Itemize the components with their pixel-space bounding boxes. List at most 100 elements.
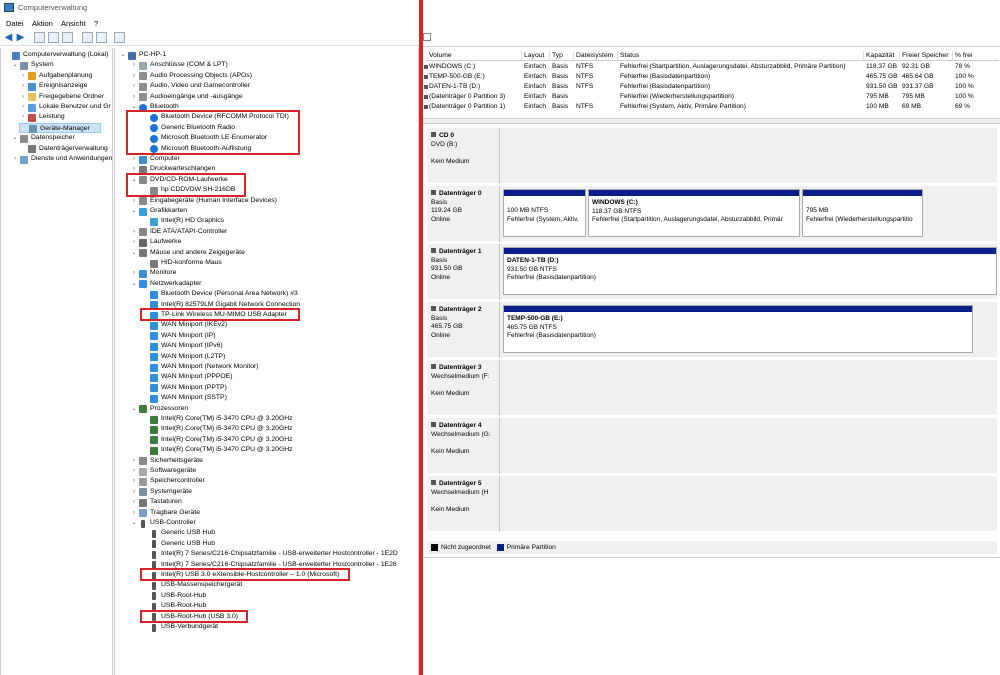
partition-block[interactable]: TEMP-500-GB (E:) 465.75 GB NTFS Fehlerfrei… [503,305,973,353]
collapsed-chevron-icon[interactable]: › [19,71,27,81]
menu-ansicht[interactable]: Ansicht [61,19,86,28]
nav-tree-item[interactable]: Geräte-Manager [19,122,101,134]
volume-cell: TEMP-500-GB (E:) [429,73,485,80]
collapsed-chevron-icon[interactable]: › [130,508,138,518]
help-icon[interactable] [82,32,93,43]
expanded-chevron-icon[interactable]: ⌄ [130,279,138,289]
storage-controller-icon [139,477,147,486]
forward-arrow-icon[interactable]: ▶ [15,32,26,43]
menu-help[interactable]: ? [94,19,98,28]
tree-item-label: Tragbare Geräte [150,508,200,516]
partition-block[interactable]: 795 MB Fehlerfrei (Wiederherstellungspart… [802,189,923,237]
navigation-tree-pane[interactable]: Computerverwaltung (Lokal) ⌄ System › Aufgab… [0,48,113,675]
back-arrow-icon[interactable]: ◀ [3,32,14,43]
disk-label: Datenträger 3 Wechselmedium (F: Kein Mediu… [431,364,501,398]
details-view-icon[interactable] [96,32,107,43]
disk-info-line: Wechselmedium (F: [431,372,490,380]
column-header[interactable]: Volume [429,52,452,59]
column-header[interactable]: Typ [552,52,563,59]
tree-item-label: Grafikkarten [150,207,188,214]
volume-cell: (Datenträger 0 Partition 1) [429,103,506,110]
volume-row[interactable]: WINDOWS (C:) Einfach Basis NTFS Fehlerfrei (… [424,62,999,72]
disk-row[interactable]: Datenträger 1 Basis 931.50 GB Online DATEN-1… [427,244,997,300]
collapsed-chevron-icon[interactable]: › [11,154,19,164]
primary-partition-bar [504,190,585,196]
disk-row[interactable]: Datenträger 3 Wechselmedium (F: Kein Mediu… [427,360,997,416]
network-icon [150,363,158,372]
column-header[interactable]: Status [620,52,639,59]
volume-icon [424,75,428,79]
expanded-chevron-icon[interactable]: ⌄ [130,404,138,414]
splitter[interactable] [423,118,1000,124]
expanded-chevron-icon[interactable]: ⌄ [11,60,19,70]
collapsed-chevron-icon[interactable]: › [19,92,27,102]
collapsed-chevron-icon[interactable]: › [130,476,138,486]
disk-label-separator [499,128,500,184]
menu-datei[interactable]: Datei [6,19,24,28]
security-icon [139,457,147,466]
expanded-chevron-icon[interactable]: ⌄ [11,133,19,143]
disk-row[interactable]: CD 0 DVD (B:) Kein Medium [427,128,997,184]
collapsed-chevron-icon[interactable]: › [130,497,138,507]
volume-cell: Basis [552,93,569,100]
tree-item-label: Leistung [39,113,65,121]
usb-icon [152,623,156,632]
highlight-box [140,609,248,623]
volume-cell: NTFS [576,63,594,70]
volume-row[interactable]: (Datenträger 0 Partition 1) Einfach Basis N… [424,102,999,112]
column-header[interactable]: Layout [524,52,544,59]
services-icon [20,155,28,164]
collapsed-chevron-icon[interactable]: › [19,112,27,122]
collapsed-chevron-icon[interactable]: › [130,268,138,278]
column-header[interactable]: % frei [955,52,972,59]
cpu-icon [150,436,158,445]
collapsed-chevron-icon[interactable]: › [130,81,138,91]
collapsed-chevron-icon[interactable]: › [130,154,138,164]
collapsed-chevron-icon[interactable]: › [130,92,138,102]
show-tree-icon[interactable] [48,32,59,43]
up-folder-icon[interactable] [34,32,45,43]
collapsed-chevron-icon[interactable]: › [19,102,27,112]
column-header[interactable]: Dateisystem [576,52,613,59]
expanded-chevron-icon[interactable]: ⌄ [130,248,138,258]
collapsed-chevron-icon[interactable]: › [130,466,138,476]
column-header[interactable]: Freier Speicher [902,52,948,59]
volume-cell: Basis [552,63,569,70]
collapsed-chevron-icon[interactable]: › [130,60,138,70]
properties-icon[interactable] [62,32,73,43]
partition-block[interactable]: 100 MB NTFS Fehlerfrei (System, Aktiv, [503,189,586,237]
disk-row[interactable]: Datenträger 5 Wechselmedium (H Kein Medium [427,476,997,532]
disk-row[interactable]: Datenträger 0 Basis 119.24 GB Online 100 MB … [427,186,997,242]
column-header[interactable]: Kapazität [866,52,894,59]
primary-partition-bar [589,190,799,196]
disk-row[interactable]: Datenträger 2 Basis 465.75 GB Online TEMP-50… [427,302,997,358]
toolbar-checkbox-icon[interactable] [423,33,431,41]
disk-icon [431,306,436,311]
collapsed-chevron-icon[interactable]: › [130,227,138,237]
disk-icon [431,422,436,427]
collapsed-chevron-icon[interactable]: › [130,237,138,247]
volume-row[interactable]: DATEN-1-TB (D:) Einfach Basis NTFS Fehlerfre… [424,82,999,92]
portable-icon [139,509,147,518]
expanded-chevron-icon[interactable]: ⌄ [119,50,127,60]
column-separator [952,51,953,61]
partition-block[interactable]: WINDOWS (C:) 118.37 GB NTFS Fehlerfrei (St… [588,189,800,237]
expanded-chevron-icon[interactable]: ⌄ [130,206,138,216]
disk-row[interactable]: Datenträger 4 Wechselmedium (G: Kein Mediu… [427,418,997,474]
usb-icon [152,550,156,559]
window-title: Computerverwaltung [18,3,88,12]
volume-row[interactable]: TEMP-500-GB (E:) Einfach Basis NTFS Fehlerfr… [424,72,999,82]
collapsed-chevron-icon[interactable]: › [130,196,138,206]
collapsed-chevron-icon[interactable]: › [130,456,138,466]
tree-item-label: Intel(R) Core(TM) i5-3470 CPU @ 3.20GHz [161,435,293,443]
tree-item-label: WAN Miniport (SSTP) [161,394,227,402]
collapsed-chevron-icon[interactable]: › [130,487,138,497]
disk-name: Datenträger 4 [439,422,482,429]
partition-block[interactable]: DATEN-1-TB (D:) 931.50 GB NTFS Fehlerfrei … [503,247,997,295]
scan-hardware-icon[interactable] [114,32,125,43]
collapsed-chevron-icon[interactable]: › [19,81,27,91]
volume-row[interactable]: (Datenträger 0 Partition 3) Einfach Basis F… [424,92,999,102]
collapsed-chevron-icon[interactable]: › [130,71,138,81]
menu-aktion[interactable]: Aktion [32,19,53,28]
expanded-chevron-icon[interactable]: ⌄ [130,518,138,528]
